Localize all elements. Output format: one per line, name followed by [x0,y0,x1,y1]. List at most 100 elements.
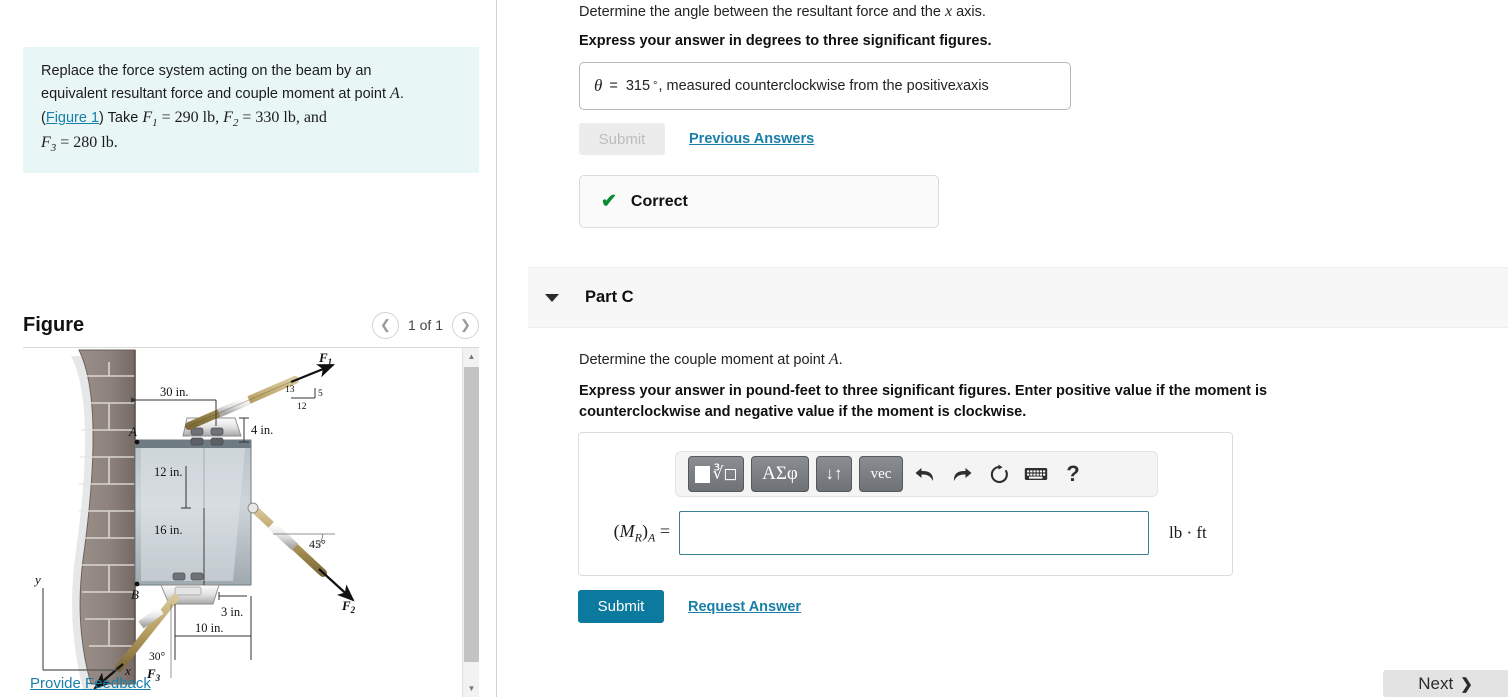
caret-down-icon[interactable] [545,293,559,302]
chevron-left-icon: ❮ [380,317,391,332]
axis-y-label: y [33,572,41,587]
point-b-label: B [131,587,139,602]
part-c-actions: Submit Request Answer [578,590,801,623]
part-b-answer-suffix-pre: , measured counterclockwise from the pos… [658,78,956,94]
next-button-label: Next [1418,673,1454,693]
arrows-button[interactable]: ↓↑ [816,456,852,492]
part-c-answer-card: ∛◻ ΑΣφ ↓↑ vec ? (MR)A = lb · ft [578,432,1233,576]
redo-icon[interactable] [947,457,977,491]
f2-symbol: F2 [223,108,239,130]
provide-feedback-link[interactable]: Provide Feedback [30,675,151,692]
reset-glyph [990,464,1008,483]
right-panel: Determine the angle between the resultan… [498,0,1508,697]
force-2-label: F2 [341,598,356,615]
part-b-answer-display: θ = 315 ° , measured counterclockwise fr… [579,62,1071,110]
problem-line-1: Replace the force system acting on the b… [41,63,372,79]
part-c-instruction-line1: Express your answer in pound-feet to thr… [579,383,1268,399]
point-b-dot [134,581,140,587]
part-b-status-banner: ✔ Correct [579,175,939,228]
greek-letters-button[interactable]: ΑΣφ [751,456,809,492]
part-c-question-post: . [838,352,843,368]
figure-navigation: ❮ 1 of 1 ❯ [371,311,479,339]
part-b-actions: Submit Previous Answers [579,123,814,155]
point-a-symbol: A [390,85,400,103]
slope-5-label: 5 [318,389,323,399]
answer-equals: = [609,78,618,94]
dimension-3in-label: 3 in. [221,605,243,619]
part-c-instruction: Express your answer in pound-feet to thr… [579,381,1369,423]
scroll-up-button[interactable]: ▲ [463,348,479,365]
part-c-submit-button[interactable]: Submit [578,590,664,623]
part-b-question-pre: Determine the angle between the resultan… [579,4,945,20]
degree-symbol: ° [653,80,658,92]
beam-force-diagram: 30 in. 4 in. 12 in. 16 in. 3 in. 10 in. … [33,349,356,690]
part-b-submit-button[interactable]: Submit [579,123,665,155]
part-b-question-post: axis. [952,4,986,20]
part-c-answer-input[interactable] [679,511,1149,555]
figure-scrollbar[interactable]: ▲ ▼ [462,348,479,697]
filled-square-icon [694,465,710,483]
dimension-4in [239,417,249,443]
part-b-answer-suffix-post: axis [962,78,989,94]
f3-value: = 280 lb. [56,134,118,152]
chevron-right-icon: ❯ [1460,675,1473,693]
vector-button[interactable]: vec [859,456,903,492]
dimension-3in [218,592,247,600]
previous-answers-link[interactable]: Previous Answers [689,131,814,147]
angle-30-label: 30° [149,651,166,663]
help-icon[interactable]: ? [1058,457,1088,491]
part-b-instruction: Express your answer in degrees to three … [579,33,992,49]
sqrt-icon: ∛◻ [712,464,738,483]
part-c-label: Part C [585,288,634,306]
request-answer-link[interactable]: Request Answer [688,599,801,615]
force-1-arrow [290,363,336,384]
left-panel: Replace the force system acting on the b… [0,0,497,697]
template-sqrt-button[interactable]: ∛◻ [688,456,744,492]
dimension-10in-label: 10 in. [195,621,223,635]
dimension-12in-label: 12 in. [154,465,182,479]
keyboard-icon[interactable] [1021,457,1051,491]
part-b-answer-value: 315 [625,78,651,94]
part-c-answer-label: (MR)A = [613,520,670,545]
point-a-dot [134,439,140,445]
math-editor-toolbar: ∛◻ ΑΣφ ↓↑ vec ? [675,451,1158,497]
scroll-down-button[interactable]: ▼ [463,680,479,697]
f3-symbol: F3 [41,134,57,155]
redo-glyph [953,467,972,481]
f2-value: = 330 lb, and [238,108,327,126]
figure-1-link[interactable]: Figure 1 [46,110,99,126]
part-c-answer-unit: lb · ft [1169,523,1207,542]
part-b-question-var: x [944,3,953,20]
part-c-header[interactable]: Part C [528,267,1508,328]
reset-icon[interactable] [984,457,1014,491]
part-c-answer-row: (MR)A = lb · ft [579,511,1232,555]
dimension-16in-label: 16 in. [154,523,182,537]
part-c-question-var: A [828,351,839,368]
figure-prev-button[interactable]: ❮ [371,311,399,339]
next-button[interactable]: Next ❯ [1383,670,1508,697]
undo-icon[interactable] [910,457,940,491]
part-c-equals: = [659,520,670,541]
force-1-slope-triangle [291,388,316,399]
exercise-page: Replace the force system acting on the b… [0,0,1508,697]
force-1-label: F1 [318,350,332,367]
problem-line-2-pre: equivalent resultant force and couple mo… [41,86,391,103]
figure-next-button[interactable]: ❯ [452,311,479,339]
part-b-answer-suffix-var: x [955,77,963,94]
point-a-label: A [128,424,137,439]
dimension-4in-label: 4 in. [251,423,273,437]
figure-title: Figure [23,313,85,336]
status-badge: Correct [630,192,688,210]
figure-counter: 1 of 1 [407,317,443,333]
slope-12-label: 12 [297,402,307,412]
force-2-arrow [318,568,355,602]
figure-viewport: 30 in. 4 in. 12 in. 16 in. 3 in. 10 in. … [23,348,479,697]
slope-13-label: 13 [285,385,295,395]
check-icon: ✔ [601,191,617,212]
dimension-30in-label: 30 in. [160,385,188,399]
undo-glyph [915,467,934,481]
scrollbar-thumb[interactable] [464,367,479,662]
force-1-rod [185,376,299,430]
part-c-question: Determine the couple moment at point A. [579,348,1479,372]
keyboard-glyph [1024,468,1048,480]
